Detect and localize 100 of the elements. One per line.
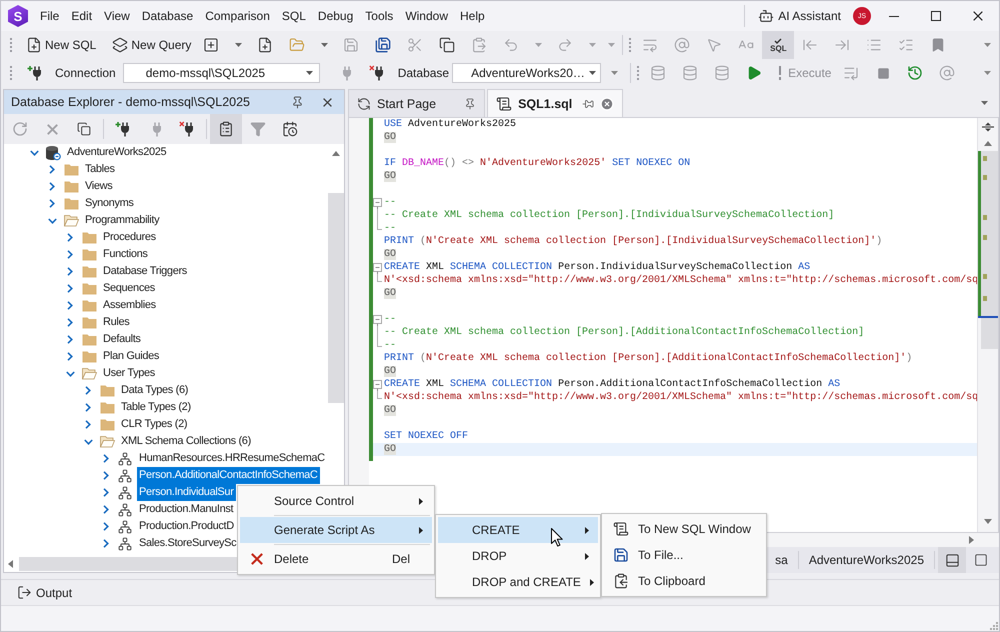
menu-item[interactable]: To File... bbox=[604, 542, 764, 568]
menu-item[interactable]: DROP bbox=[438, 543, 598, 569]
caret-icon[interactable] bbox=[984, 43, 990, 47]
menu-item[interactable]: CREATE bbox=[438, 517, 598, 543]
database-select[interactable]: AdventureWorks20… bbox=[452, 63, 602, 83]
caret-icon[interactable] bbox=[980, 101, 988, 105]
chevron-right-icon[interactable] bbox=[49, 182, 55, 191]
menu-item[interactable]: To Clipboard bbox=[604, 568, 764, 594]
square-icon[interactable] bbox=[974, 553, 988, 567]
tree-item[interactable]: HumanResources.HRResumeSchemaC bbox=[137, 450, 327, 467]
fold-toggle-icon[interactable] bbox=[373, 378, 382, 391]
tree-item[interactable]: Production.ManuInst bbox=[137, 501, 236, 518]
menu-item[interactable]: View bbox=[98, 5, 136, 27]
document-view-button[interactable] bbox=[210, 114, 242, 144]
fold-toggle-icon[interactable] bbox=[373, 261, 382, 274]
resize-grip-icon[interactable] bbox=[990, 622, 998, 630]
plug-x-icon[interactable] bbox=[179, 121, 195, 137]
close-icon[interactable] bbox=[322, 98, 332, 106]
scroll-right-icon[interactable] bbox=[969, 536, 974, 544]
checklist-icon[interactable] bbox=[898, 37, 914, 53]
tree-item[interactable]: Database Triggers bbox=[101, 263, 189, 280]
tree-item[interactable]: User Types bbox=[101, 365, 157, 382]
plug-plus-icon[interactable] bbox=[115, 121, 131, 137]
chevron-right-icon[interactable] bbox=[67, 284, 73, 293]
chevron-right-icon[interactable] bbox=[49, 199, 55, 208]
chevron-down-icon[interactable] bbox=[84, 438, 92, 444]
tree-item[interactable]: Tables bbox=[83, 161, 117, 178]
copy-icon[interactable] bbox=[77, 122, 91, 136]
chevron-right-icon[interactable] bbox=[103, 522, 109, 531]
tree-item[interactable]: CLR Types (2) bbox=[119, 416, 190, 433]
tree-item[interactable]: Functions bbox=[101, 246, 150, 263]
grip-icon[interactable] bbox=[637, 66, 640, 80]
grip-icon[interactable] bbox=[629, 38, 632, 52]
stop-icon[interactable] bbox=[876, 66, 890, 80]
chevron-right-icon[interactable] bbox=[67, 267, 73, 276]
chevron-right-icon[interactable] bbox=[103, 505, 109, 514]
scroll-up-icon[interactable] bbox=[332, 151, 340, 156]
output-tab[interactable]: Output bbox=[13, 582, 76, 604]
editor-tab[interactable]: SQL1.sql bbox=[487, 89, 624, 117]
menu-item[interactable]: Generate Script As bbox=[240, 517, 432, 543]
menu-item[interactable]: Source Control bbox=[240, 488, 432, 514]
tree-item[interactable]: Synonyms bbox=[83, 195, 136, 212]
menu-item[interactable]: Tools bbox=[359, 5, 400, 27]
tree-item[interactable]: Data Types (6) bbox=[119, 382, 190, 399]
plug-plus-icon[interactable] bbox=[27, 65, 43, 81]
play-icon[interactable] bbox=[746, 65, 762, 81]
scroll-down-icon[interactable] bbox=[984, 519, 992, 524]
caret-icon[interactable] bbox=[320, 43, 328, 47]
menu-item[interactable]: SQL bbox=[276, 5, 312, 27]
toolbar-button[interactable]: New SQL bbox=[22, 33, 100, 57]
chevron-down-icon[interactable] bbox=[30, 150, 38, 156]
chevron-right-icon[interactable] bbox=[67, 352, 73, 361]
chevron-down-icon[interactable] bbox=[48, 218, 56, 224]
caret-icon[interactable] bbox=[234, 43, 242, 47]
tree-item[interactable]: XML Schema Collections (6) bbox=[119, 433, 253, 450]
menu-item[interactable]: Window bbox=[399, 5, 454, 27]
scroll-up-icon[interactable] bbox=[984, 141, 992, 146]
chevron-right-icon[interactable] bbox=[103, 488, 109, 497]
caret-icon[interactable] bbox=[610, 71, 618, 75]
scrollbar-thumb[interactable] bbox=[328, 193, 344, 403]
tree-item[interactable]: AdventureWorks2025 bbox=[65, 144, 168, 161]
chevron-right-icon[interactable] bbox=[103, 539, 109, 548]
connection-select[interactable]: demo-mssql\SQL2025 bbox=[122, 63, 320, 83]
tree-item[interactable]: Person.AdditionalContactInfoSchemaC bbox=[137, 467, 320, 484]
tree-item[interactable]: Assemblies bbox=[101, 297, 158, 314]
sql-check-button[interactable]: SQL bbox=[762, 31, 794, 59]
chevron-down-icon[interactable] bbox=[66, 370, 74, 376]
editor-tab[interactable]: Start Page bbox=[348, 89, 486, 117]
panel-layout-button[interactable] bbox=[938, 547, 966, 573]
menu-item[interactable]: File bbox=[34, 5, 66, 27]
chevron-right-icon[interactable] bbox=[85, 420, 91, 429]
menu-item[interactable]: Help bbox=[454, 5, 491, 27]
tree-item[interactable]: Views bbox=[83, 178, 114, 195]
chevron-right-icon[interactable] bbox=[67, 233, 73, 242]
pin-icon[interactable] bbox=[582, 98, 594, 110]
chevron-right-icon[interactable] bbox=[103, 454, 109, 463]
pin-icon[interactable] bbox=[290, 96, 304, 108]
tree-item[interactable]: Plan Guides bbox=[101, 348, 162, 365]
ai-assistant-button[interactable]: AI Assistant bbox=[752, 3, 847, 29]
caret-icon[interactable] bbox=[306, 71, 313, 75]
tree-item[interactable]: Defaults bbox=[101, 331, 143, 348]
tree-item[interactable]: Rules bbox=[101, 314, 132, 331]
scroll-left-icon[interactable] bbox=[8, 560, 13, 568]
save-all-icon[interactable] bbox=[375, 37, 392, 53]
chevron-right-icon[interactable] bbox=[49, 165, 55, 174]
fold-toggle-icon[interactable] bbox=[373, 313, 382, 326]
tree-item[interactable]: Sequences bbox=[101, 280, 157, 297]
menu-item[interactable]: Delete Del bbox=[240, 546, 432, 572]
toolbar-button[interactable]: New Query bbox=[108, 33, 196, 57]
chevron-right-icon[interactable] bbox=[67, 335, 73, 344]
tree-item[interactable]: Person.IndividualSur bbox=[137, 484, 236, 501]
tree-item[interactable]: Table Types (2) bbox=[119, 399, 193, 416]
chevron-right-icon[interactable] bbox=[67, 318, 73, 327]
tree-item[interactable]: Programmability bbox=[83, 212, 162, 229]
menu-item[interactable]: Database bbox=[136, 5, 200, 27]
chevron-right-icon[interactable] bbox=[85, 386, 91, 395]
tree-item[interactable]: Procedures bbox=[101, 229, 158, 246]
menu-item[interactable]: Comparison bbox=[199, 5, 276, 27]
copy-icon[interactable] bbox=[439, 37, 456, 53]
plug-x-icon[interactable] bbox=[368, 65, 385, 81]
